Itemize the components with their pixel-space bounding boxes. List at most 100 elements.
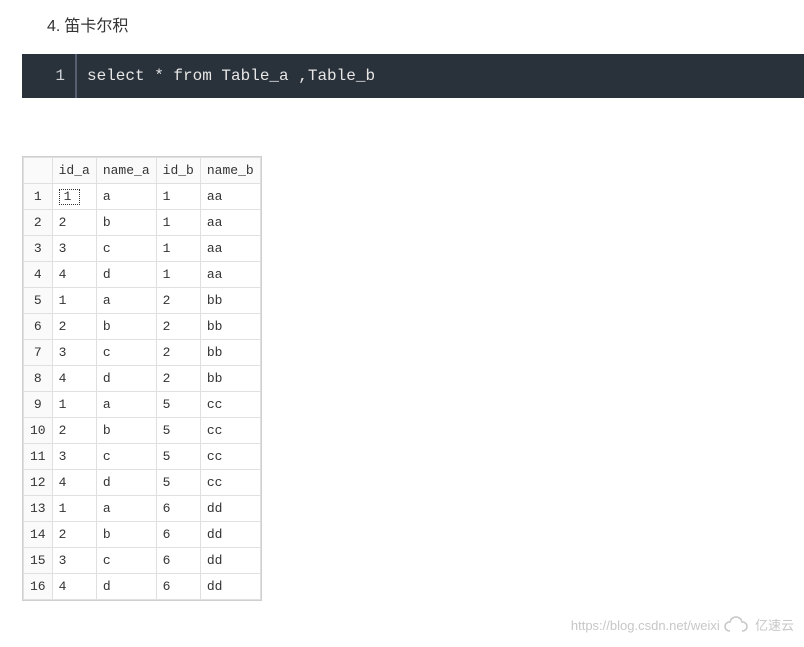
row-index: 9 — [24, 392, 53, 418]
cell-name-b: dd — [200, 574, 260, 600]
cell-id-b: 5 — [156, 418, 200, 444]
cell-id-a: 2 — [52, 522, 96, 548]
table-row: 131a6dd — [24, 496, 261, 522]
line-number: 1 — [22, 54, 77, 98]
table-row: 33c1aa — [24, 236, 261, 262]
watermark-url: https://blog.csdn.net/weixi — [571, 618, 720, 633]
cell-id-b: 1 — [156, 184, 200, 210]
result-table: id_a name_a id_b name_b 1 1 a 1 aa 22b1a… — [22, 156, 262, 601]
table-row: 84d2bb — [24, 366, 261, 392]
table-row: 153c6dd — [24, 548, 261, 574]
cell-name-a: c — [96, 548, 156, 574]
cell-name-b: aa — [200, 236, 260, 262]
cell-name-a: a — [96, 392, 156, 418]
cell-id-a: 2 — [52, 314, 96, 340]
row-index: 1 — [24, 184, 53, 210]
cell-name-a: b — [96, 210, 156, 236]
cell-name-b: dd — [200, 496, 260, 522]
cell-name-a: a — [96, 184, 156, 210]
cell-name-a: d — [96, 470, 156, 496]
sql-code: select * from Table_a ,Table_b — [77, 54, 385, 98]
table-row: 142b6dd — [24, 522, 261, 548]
cell-name-a: a — [96, 288, 156, 314]
cell-name-b: bb — [200, 314, 260, 340]
cell-id-b: 5 — [156, 470, 200, 496]
cell-id-b: 2 — [156, 340, 200, 366]
watermark-brand: 亿速云 — [755, 618, 794, 633]
table-row: 113c5cc — [24, 444, 261, 470]
cell-id-b: 6 — [156, 574, 200, 600]
table-row: 164d6dd — [24, 574, 261, 600]
cell-name-b: bb — [200, 340, 260, 366]
cell-name-a: a — [96, 496, 156, 522]
cell-id-a: 1 — [52, 184, 96, 210]
cell-name-b: cc — [200, 418, 260, 444]
cell-id-b: 5 — [156, 392, 200, 418]
cell-id-b: 2 — [156, 288, 200, 314]
row-index: 10 — [24, 418, 53, 444]
col-id-a: id_a — [52, 158, 96, 184]
cell-id-a: 4 — [52, 470, 96, 496]
cell-name-b: cc — [200, 392, 260, 418]
watermark: https://blog.csdn.net/weixi 亿速云 — [571, 615, 794, 637]
row-index: 6 — [24, 314, 53, 340]
cell-id-a: 3 — [52, 340, 96, 366]
corner-cell — [24, 158, 53, 184]
table-row: 1 1 a 1 aa — [24, 184, 261, 210]
cell-name-b: bb — [200, 366, 260, 392]
cell-name-a: c — [96, 340, 156, 366]
row-index: 2 — [24, 210, 53, 236]
heading-number: 4. — [47, 18, 60, 35]
row-index: 12 — [24, 470, 53, 496]
data-table: id_a name_a id_b name_b 1 1 a 1 aa 22b1a… — [23, 157, 261, 600]
cell-id-a: 4 — [52, 366, 96, 392]
cell-id-a: 2 — [52, 210, 96, 236]
heading-text: 笛卡尔积 — [64, 18, 128, 35]
table-row: 51a2bb — [24, 288, 261, 314]
row-index: 11 — [24, 444, 53, 470]
cell-name-b: aa — [200, 262, 260, 288]
cell-id-a: 4 — [52, 262, 96, 288]
col-name-a: name_a — [96, 158, 156, 184]
cell-name-b: dd — [200, 522, 260, 548]
cell-name-b: cc — [200, 470, 260, 496]
cell-id-a: 3 — [52, 236, 96, 262]
cell-id-a: 3 — [52, 444, 96, 470]
col-id-b: id_b — [156, 158, 200, 184]
row-index: 4 — [24, 262, 53, 288]
cell-id-b: 6 — [156, 548, 200, 574]
table-row: 102b5cc — [24, 418, 261, 444]
header-row: id_a name_a id_b name_b — [24, 158, 261, 184]
selected-cell-value: 1 — [59, 189, 81, 205]
row-index: 7 — [24, 340, 53, 366]
table-row: 73c2bb — [24, 340, 261, 366]
cell-name-b: cc — [200, 444, 260, 470]
cell-name-b: dd — [200, 548, 260, 574]
cell-id-b: 5 — [156, 444, 200, 470]
table-row: 91a5cc — [24, 392, 261, 418]
row-index: 8 — [24, 366, 53, 392]
row-index: 13 — [24, 496, 53, 522]
row-index: 15 — [24, 548, 53, 574]
cell-id-b: 1 — [156, 236, 200, 262]
cell-id-a: 2 — [52, 418, 96, 444]
table-row: 62b2bb — [24, 314, 261, 340]
row-index: 5 — [24, 288, 53, 314]
cell-name-a: d — [96, 262, 156, 288]
cell-id-b: 2 — [156, 314, 200, 340]
col-name-b: name_b — [200, 158, 260, 184]
section-heading: 4.笛卡尔积 — [47, 12, 804, 36]
table-row: 124d5cc — [24, 470, 261, 496]
table-row: 22b1aa — [24, 210, 261, 236]
cell-name-a: b — [96, 522, 156, 548]
row-index: 14 — [24, 522, 53, 548]
cell-id-a: 3 — [52, 548, 96, 574]
cell-name-b: aa — [200, 184, 260, 210]
cell-id-b: 6 — [156, 496, 200, 522]
cell-id-b: 1 — [156, 262, 200, 288]
cell-id-b: 6 — [156, 522, 200, 548]
cell-name-a: b — [96, 418, 156, 444]
cell-name-a: c — [96, 444, 156, 470]
cloud-icon — [723, 616, 749, 637]
row-index: 3 — [24, 236, 53, 262]
